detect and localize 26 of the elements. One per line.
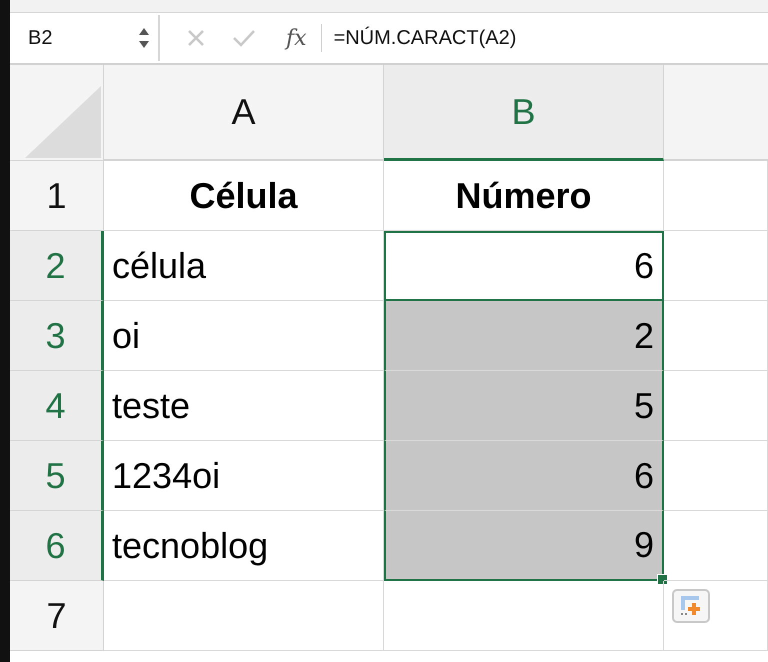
column-header[interactable]: A (104, 65, 384, 161)
formula-field[interactable]: =NÚM.CARACT(A2) (334, 26, 516, 50)
header-cell: Número (384, 161, 664, 231)
column-header[interactable] (664, 65, 768, 161)
row-header[interactable]: 7 (10, 581, 104, 651)
table-cell: 2 (384, 301, 664, 371)
fill-handle[interactable] (657, 574, 668, 585)
function-button[interactable]: fx (286, 26, 307, 50)
row-header[interactable]: 1 (10, 161, 104, 231)
row-header[interactable]: 4 (10, 371, 104, 441)
column-header[interactable]: B (384, 65, 664, 161)
table-cell: célula (104, 231, 384, 301)
table-cell: 5 (384, 371, 664, 441)
row-header[interactable]: 5 (10, 441, 104, 511)
row-header[interactable]: 3 (10, 301, 104, 371)
header-cell: Célula (104, 161, 384, 231)
quick-analysis-icon (679, 595, 703, 617)
table-cell: 6 (384, 231, 664, 301)
row-header[interactable]: 6 (10, 511, 104, 581)
row-header[interactable]: 2 (10, 231, 104, 301)
name-box[interactable]: B2 (10, 15, 160, 61)
spinner-icon[interactable] (138, 26, 150, 50)
cancel-icon[interactable] (186, 28, 206, 48)
select-all-button[interactable] (10, 65, 104, 161)
check-icon[interactable] (232, 28, 256, 48)
table-cell: 6 (384, 441, 664, 511)
